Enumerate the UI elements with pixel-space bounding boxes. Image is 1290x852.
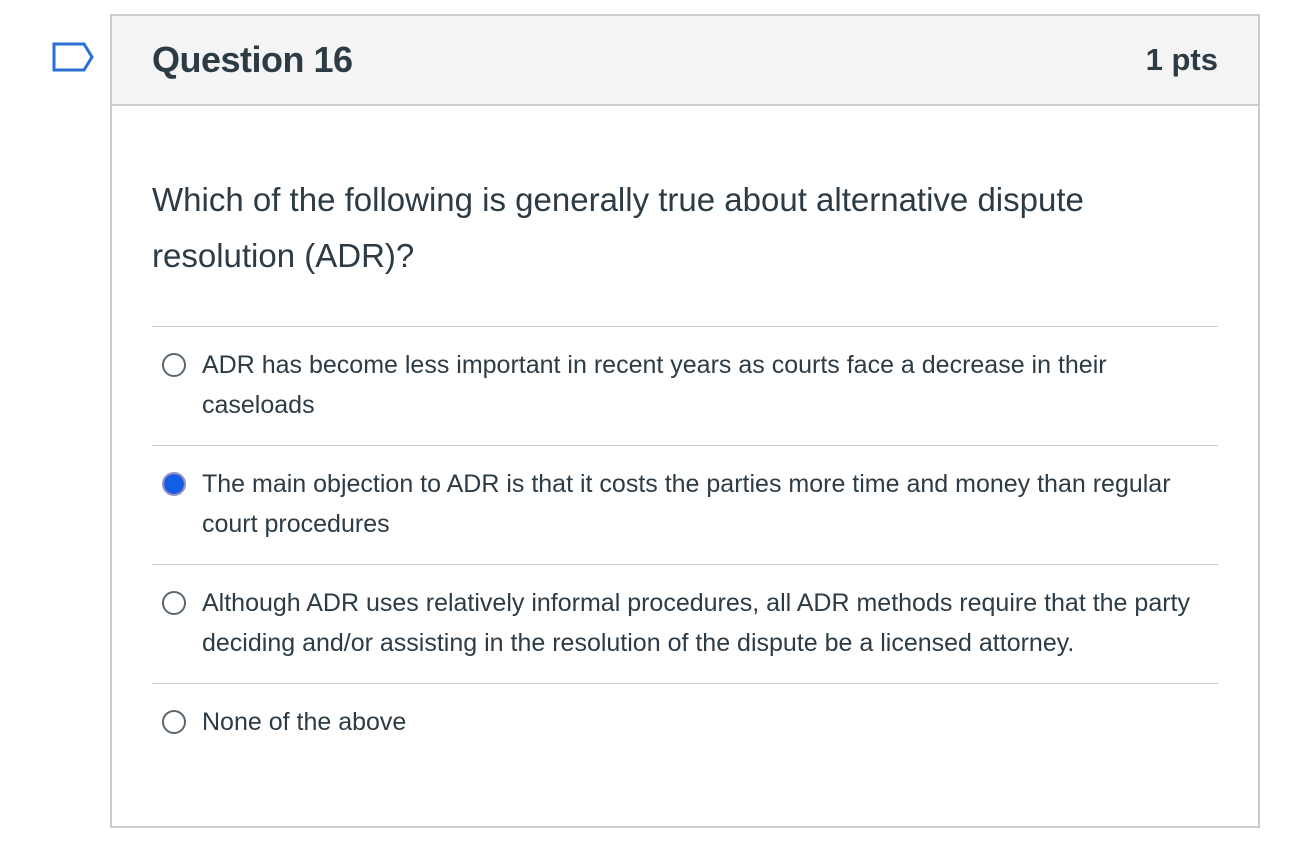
answer-label[interactable]: Although ADR uses relatively informal pr… bbox=[202, 583, 1202, 663]
answer-option-3[interactable]: Although ADR uses relatively informal pr… bbox=[152, 564, 1218, 683]
radio-button[interactable] bbox=[162, 353, 186, 377]
answer-option-2[interactable]: The main objection to ADR is that it cos… bbox=[152, 445, 1218, 564]
answer-label[interactable]: The main objection to ADR is that it cos… bbox=[202, 464, 1202, 544]
question-text: Which of the following is generally true… bbox=[152, 181, 1084, 274]
answer-option-4[interactable]: None of the above bbox=[152, 683, 1218, 762]
question-title: Question 16 bbox=[152, 39, 353, 80]
radio-button[interactable] bbox=[162, 710, 186, 734]
question-header: Question 16 1 pts bbox=[112, 16, 1258, 106]
answer-label[interactable]: None of the above bbox=[202, 702, 1202, 742]
question-points: 1 pts bbox=[1145, 42, 1218, 77]
answer-label[interactable]: ADR has become less important in recent … bbox=[202, 345, 1202, 425]
radio-button[interactable] bbox=[162, 591, 186, 615]
flag-question-icon[interactable] bbox=[52, 42, 96, 74]
answer-option-1[interactable]: ADR has become less important in recent … bbox=[152, 326, 1218, 445]
question-card: Question 16 1 pts Which of the following… bbox=[110, 14, 1260, 828]
answer-list: ADR has become less important in recent … bbox=[152, 326, 1218, 762]
question-body: Which of the following is generally true… bbox=[112, 172, 1258, 762]
radio-button-selected[interactable] bbox=[162, 472, 186, 496]
